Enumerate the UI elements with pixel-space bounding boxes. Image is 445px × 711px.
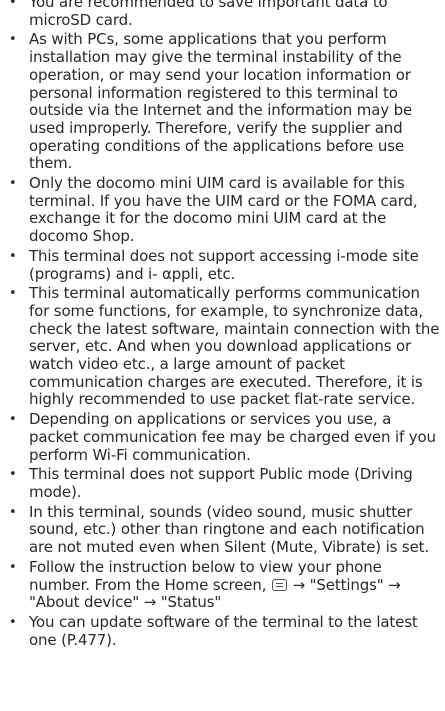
list-item-text: This terminal does not support accessing… — [29, 246, 419, 283]
bullet-marker: • — [9, 504, 17, 520]
menu-key-icon — [272, 578, 287, 591]
list-item-text: As with PCs, some applications that you … — [29, 30, 413, 173]
bullet-marker: • — [9, 286, 17, 302]
list-item-text: You can update software of the terminal … — [29, 612, 418, 649]
list-item-text: This terminal automatically performs com… — [29, 284, 440, 409]
list-item: • In this terminal, sounds (video sound,… — [3, 502, 443, 557]
list-item-text: In this terminal, sounds (video sound, m… — [29, 502, 430, 557]
list-item: • This terminal does not support Public … — [3, 466, 443, 501]
list-item: • This terminal does not support accessi… — [3, 246, 443, 283]
list-item-text: Depending on applications or services yo… — [29, 410, 436, 464]
list-item-text: This terminal does not support Public mo… — [29, 465, 413, 501]
list-item: • Depending on applications or services … — [3, 410, 443, 464]
bullet-list: • You are recommended to save important … — [3, 0, 443, 649]
list-item: • Follow the instruction below to view y… — [3, 558, 443, 612]
list-item: • You are recommended to save important … — [3, 0, 443, 29]
document-page: • You are recommended to save important … — [3, 0, 443, 651]
list-item-text: Only the docomo mini UIM card is availab… — [29, 174, 418, 246]
bullet-marker: • — [9, 467, 17, 483]
bullet-marker: • — [9, 248, 17, 264]
bullet-marker: • — [9, 32, 17, 48]
bullet-marker: • — [9, 0, 17, 10]
bullet-marker: • — [9, 559, 17, 575]
list-item: • You can update software of the termina… — [3, 612, 443, 649]
bullet-marker: • — [9, 176, 17, 192]
list-item: • Only the docomo mini UIM card is avail… — [3, 174, 443, 246]
bullet-marker: • — [9, 614, 17, 630]
bullet-marker: • — [9, 412, 17, 428]
list-item: • This terminal automatically performs c… — [3, 284, 443, 409]
list-item: • As with PCs, some applications that yo… — [3, 31, 443, 173]
list-item-text: You are recommended to save important da… — [29, 0, 388, 29]
